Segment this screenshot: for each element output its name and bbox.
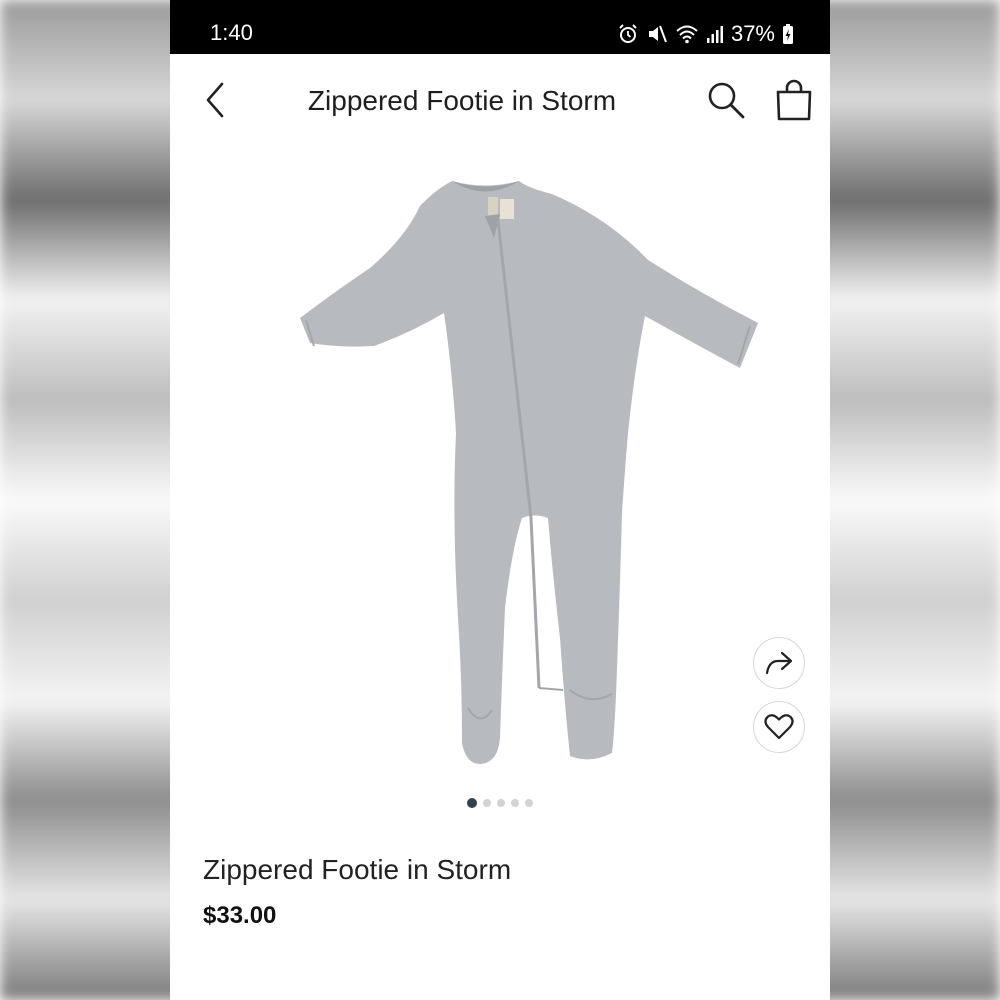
status-icons: 37%: [617, 22, 794, 46]
wishlist-button[interactable]: [753, 701, 805, 753]
footie-garment-image: [300, 181, 758, 764]
shopping-bag-icon: [776, 79, 812, 121]
product-image[interactable]: [230, 168, 770, 778]
chevron-left-icon: [206, 82, 224, 118]
back-button[interactable]: [200, 80, 234, 120]
battery-charging-icon: [782, 23, 794, 45]
pagination-dot-active[interactable]: [467, 798, 477, 808]
heart-icon: [764, 714, 794, 740]
phone-screen: 1:40 37% Zippered Footie in Storm Zipper…: [170, 0, 830, 1000]
product-price: $33.00: [203, 902, 277, 929]
search-button[interactable]: [706, 80, 746, 120]
app-header: Zippered Footie in Storm: [170, 54, 830, 146]
pagination-dot[interactable]: [483, 799, 491, 807]
wifi-icon: [675, 23, 699, 45]
search-icon: [708, 82, 745, 119]
page-title: Zippered Footie in Storm: [307, 85, 617, 116]
alarm-icon: [617, 23, 639, 45]
cart-button[interactable]: [774, 78, 814, 122]
share-button[interactable]: [753, 637, 805, 689]
image-pagination: [170, 798, 830, 808]
product-name: Zippered Footie in Storm: [203, 854, 512, 885]
pagination-dot[interactable]: [525, 799, 533, 807]
pagination-dot[interactable]: [511, 799, 519, 807]
share-icon: [765, 651, 793, 675]
battery-percent: 37%: [730, 21, 775, 46]
status-time: 1:40: [210, 20, 253, 45]
mute-icon: [646, 23, 668, 45]
status-bar: 1:40 37%: [170, 0, 830, 54]
pagination-dot[interactable]: [497, 799, 505, 807]
signal-icon: [706, 23, 724, 45]
